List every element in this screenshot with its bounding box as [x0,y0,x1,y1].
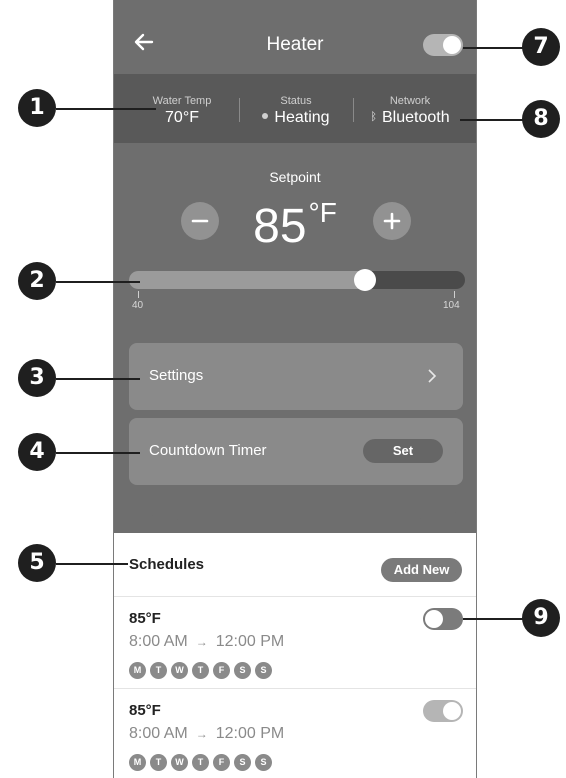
setpoint-display: 85°F [114,197,476,254]
slider-min-tick [138,291,139,298]
day-badge: T [150,754,167,771]
callout-badge: 8 [522,100,560,138]
network-value-wrap: ᛒ Bluetooth [360,109,460,127]
status-label: Status [280,95,312,107]
toggle-knob [443,702,461,720]
toggle-knob [425,610,443,628]
network-label: Network [389,95,431,107]
callout-leader [56,563,128,565]
setpoint-value: 85 [253,200,307,253]
slider-fill [129,271,366,289]
callout-badge: 7 [522,28,560,66]
callout-leader [56,378,140,380]
day-badge: T [192,662,209,679]
day-badge: W [171,754,188,771]
day-badge: S [234,662,251,679]
chevron-right-icon [428,369,437,383]
schedule-start: 8:00 AM [129,633,188,650]
setpoint-unit: °F [308,197,337,228]
setpoint-slider[interactable] [129,271,465,289]
callout-badge: 2 [18,262,56,300]
status-cell: Status Heating [246,74,346,143]
day-badge: W [171,662,188,679]
schedule-days: MTWTFSS [129,752,276,771]
schedule-item[interactable]: 85°F 8:00 AM → 12:00 PM MTWTFSS [114,598,476,688]
status-dot-icon [262,113,269,119]
setpoint-panel: Setpoint 85°F 40 104 Settings Countdown … [114,143,476,533]
set-timer-button[interactable]: Set [363,439,443,463]
toggle-knob [443,36,461,54]
status-value: Heating [274,109,330,126]
callout-leader [463,47,527,49]
schedule-temp: 85°F [129,702,161,719]
divider [353,98,354,122]
day-badge: T [150,662,167,679]
countdown-timer-row: Countdown Timer Set [129,418,463,485]
day-badge: S [255,754,272,771]
plus-icon [383,212,401,230]
slider-max-label: 104 [443,300,460,311]
divider [239,98,240,122]
day-badge: T [192,754,209,771]
schedule-toggle[interactable] [423,700,463,722]
callout-leader [56,108,156,110]
increase-button[interactable] [373,202,411,240]
status-bar: Water Temp 70°F Status Heating Network ᛒ… [114,74,476,143]
slider-min-label: 40 [132,300,144,311]
divider [114,688,476,689]
settings-row[interactable]: Settings [129,343,463,410]
callout-badge: 5 [18,544,56,582]
schedule-end: 12:00 PM [215,725,285,742]
page-title: Heater [266,34,324,55]
callout-leader [463,618,527,620]
phone-screen: Heater Water Temp 70°F Status Heating Ne… [113,0,477,778]
arrow-right-icon: → [195,635,208,649]
day-badge: S [234,754,251,771]
callout-leader [56,281,140,283]
schedule-start: 8:00 AM [129,725,188,742]
schedule-toggle[interactable] [423,608,463,630]
day-badge: F [213,754,230,771]
settings-label: Settings [149,367,204,384]
schedule-item[interactable]: 85°F 8:00 AM → 12:00 PM MTWTFSS [114,690,476,778]
arrow-right-icon: → [195,727,208,741]
callout-leader [460,119,527,121]
day-badge: F [213,662,230,679]
add-new-button[interactable]: Add New [381,558,462,582]
schedules-title: Schedules [129,556,205,573]
day-badge: M [129,662,146,679]
schedule-temp: 85°F [129,610,161,627]
callout-badge: 4 [18,433,56,471]
water-temp-label: Water Temp [152,95,212,107]
schedule-time: 8:00 AM → 12:00 PM [129,725,284,743]
network-cell: Network ᛒ Bluetooth [360,74,460,143]
countdown-timer-label: Countdown Timer [149,442,267,459]
slider-max-tick [454,291,455,298]
schedule-time: 8:00 AM → 12:00 PM [129,633,284,651]
day-badge: M [129,754,146,771]
app-header: Heater [114,0,476,74]
setpoint-label: Setpoint [269,169,321,185]
callout-badge: 3 [18,359,56,397]
power-toggle[interactable] [423,34,463,56]
callout-badge: 1 [18,89,56,127]
water-temp-value: 70°F [165,109,199,126]
divider [114,596,476,597]
schedule-days: MTWTFSS [129,660,276,679]
network-value: Bluetooth [382,109,450,126]
day-badge: S [255,662,272,679]
schedule-end: 12:00 PM [215,633,285,650]
bluetooth-icon: ᛒ [370,111,377,123]
callout-badge: 9 [522,599,560,637]
callout-leader [56,452,140,454]
panel-curve [114,490,476,528]
status-value-wrap: Heating [246,109,346,127]
